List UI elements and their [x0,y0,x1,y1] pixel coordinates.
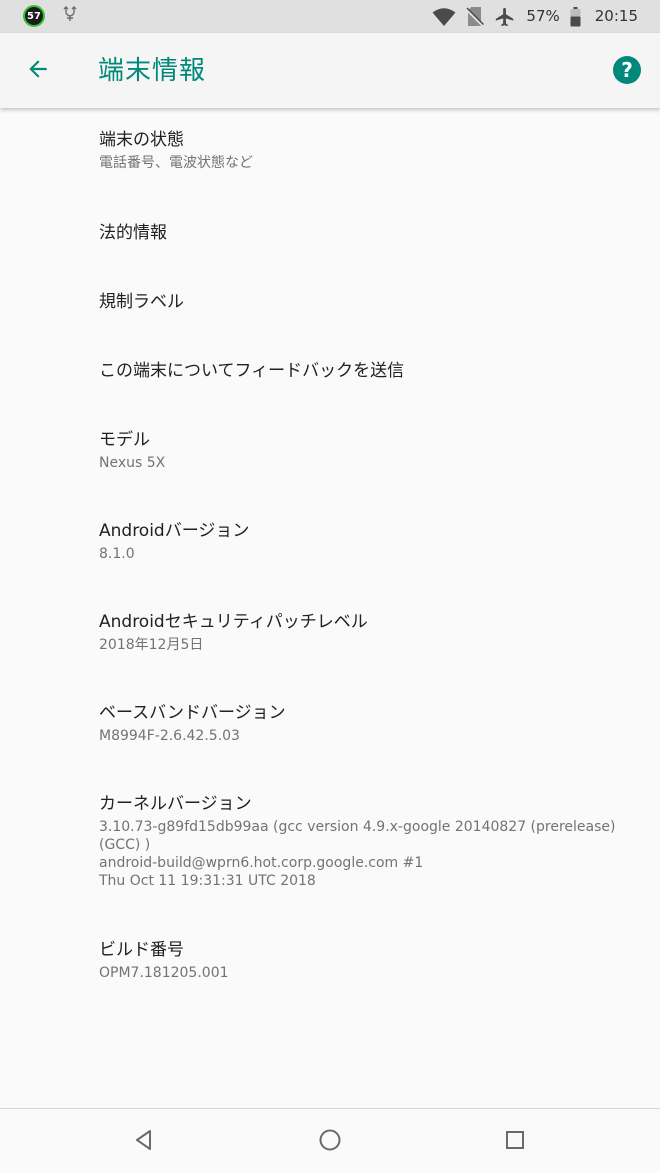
item-summary: 8.1.0 [99,546,135,562]
wifi-icon [432,7,456,27]
list-item-security-patch[interactable]: Androidセキュリティパッチレベル 2018年12月5日 [0,611,660,654]
item-title: この端末についてフィードバックを送信 [99,361,405,381]
notification-count: 57 [27,10,41,22]
list-item-build-number[interactable]: ビルド番号 OPM7.181205.001 [0,939,660,982]
nav-back-button[interactable] [129,1127,159,1157]
nav-recents-button[interactable] [500,1127,530,1157]
arrow-back-icon [25,56,51,86]
airplane-icon [494,6,516,28]
item-title: Androidセキュリティパッチレベル [99,612,368,632]
page-title: 端末情報 [98,56,207,86]
kernel-line: android-build@wprn6.hot.corp.google.com … [99,855,424,871]
item-title: 規制ラベル [99,292,184,312]
list-item-model[interactable]: モデル Nexus 5X [0,429,660,472]
item-title: Androidバージョン [99,521,250,541]
status-bar: 57 57% 20:15 [0,0,660,33]
battery-percent: 57% [526,7,560,25]
list-item-legal-info[interactable]: 法的情報 [0,222,660,244]
status-left-group: 57 [23,5,77,27]
item-title: 法的情報 [99,223,167,243]
item-title: 端末の状態 [99,130,184,150]
item-title: ビルド番号 [99,940,184,960]
kernel-line: Thu Oct 11 19:31:31 UTC 2018 [99,873,316,889]
list-item-send-feedback[interactable]: この端末についてフィードバックを送信 [0,360,660,382]
help-button[interactable]: ? [613,56,641,84]
kernel-line: (GCC) ) [99,837,151,853]
battery-icon [570,6,581,27]
navigation-bar [0,1108,660,1173]
no-sim-icon [466,6,485,27]
app-bar: 端末情報 ? [0,33,660,108]
list-item-kernel-version[interactable]: カーネルバージョン 3.10.73-g89fd15db99aa (gcc ver… [0,793,660,890]
list-item-android-version[interactable]: Androidバージョン 8.1.0 [0,520,660,563]
item-title: モデル [99,430,150,450]
nav-home-icon [318,1128,342,1156]
usb-debug-icon [63,6,77,26]
kernel-line: 3.10.73-g89fd15db99aa (gcc version 4.9.x… [99,819,616,835]
status-right-group: 57% 20:15 [432,4,638,29]
list-item-regulatory-labels[interactable]: 規制ラベル [0,291,660,313]
item-summary-multiline: 3.10.73-g89fd15db99aa (gcc version 4.9.x… [99,818,630,890]
item-summary: OPM7.181205.001 [99,965,229,981]
notification-badge-icon: 57 [23,5,45,27]
item-title: ベースバンドバージョン [99,703,286,723]
nav-back-icon [133,1129,155,1155]
item-title: カーネルバージョン [99,794,252,814]
item-summary: Nexus 5X [99,455,166,471]
item-summary: M8994F-2.6.42.5.03 [99,728,240,744]
list-item-baseband-version[interactable]: ベースバンドバージョン M8994F-2.6.42.5.03 [0,702,660,745]
item-summary: 2018年12月5日 [99,637,204,653]
nav-home-button[interactable] [315,1127,345,1157]
help-icon: ? [621,58,633,82]
back-button[interactable] [20,53,56,89]
status-clock: 20:15 [594,7,638,25]
item-summary: 電話番号、電波状態など [99,155,253,171]
list-item-device-status[interactable]: 端末の状態 電話番号、電波状態など [0,129,660,172]
nav-recents-icon [505,1130,525,1154]
